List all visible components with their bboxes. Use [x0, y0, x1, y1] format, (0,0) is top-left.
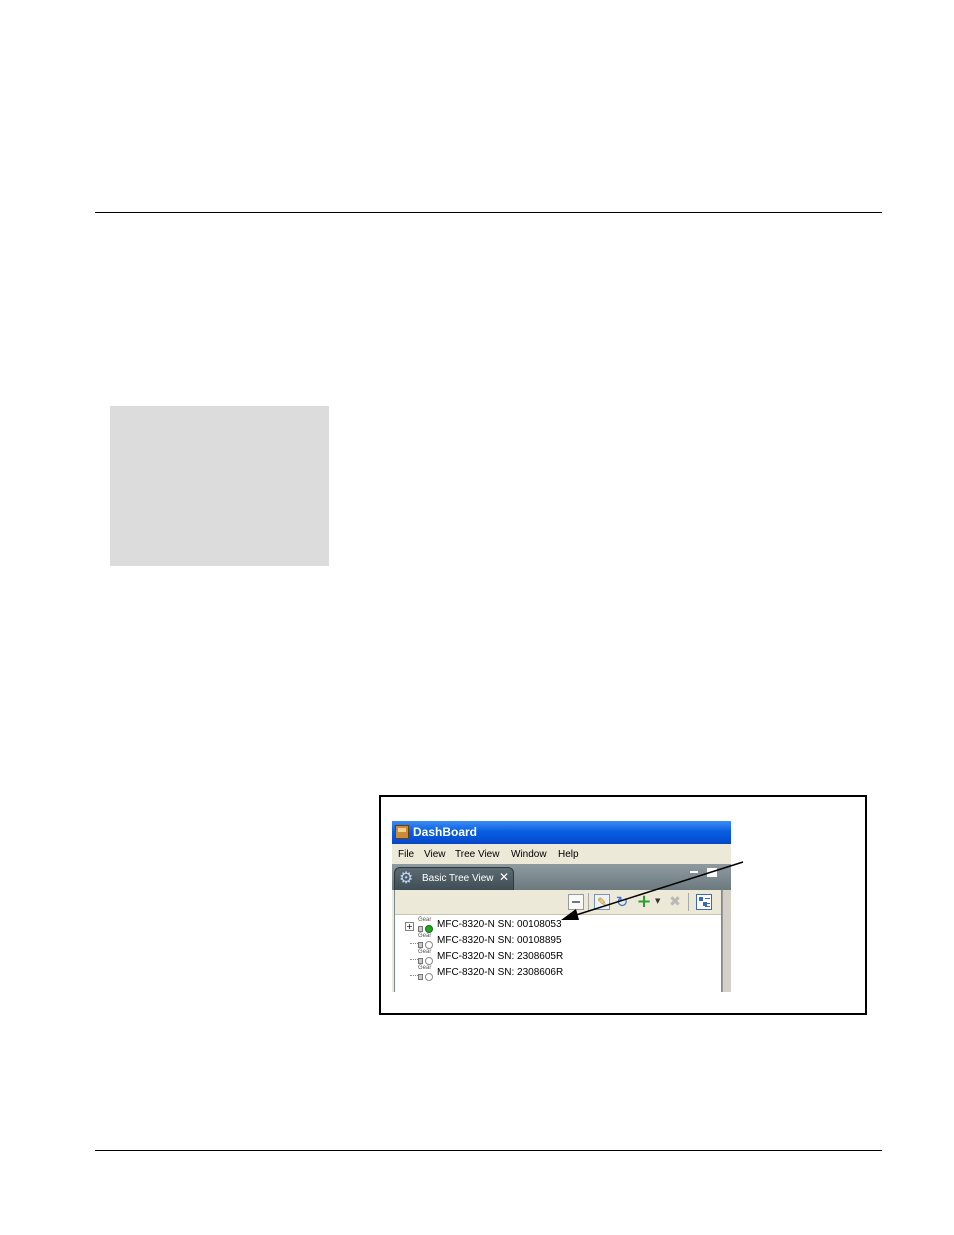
tree-row-device-3[interactable]: Gear MFC-8320-N SN: 2308605R [395, 949, 721, 966]
status-offline-icon [425, 957, 433, 965]
tree-connector [410, 943, 418, 944]
device-icon: Gear [418, 949, 433, 965]
menu-tree-view[interactable]: Tree View [455, 849, 499, 860]
device-label: MFC-8320-N SN: 00108895 [437, 935, 562, 946]
auto-connect-icon[interactable]: ✎ [594, 894, 610, 910]
toolbar-separator [688, 893, 689, 911]
close-icon[interactable]: ✕ [499, 871, 509, 883]
chevron-down-icon[interactable]: ▼ [655, 897, 660, 905]
dashboard-window: DashBoard File View Tree View Window Hel… [392, 821, 731, 992]
status-offline-icon [425, 973, 433, 981]
tree-connector [410, 959, 418, 960]
minimize-icon[interactable] [690, 871, 698, 873]
footer-rule [95, 1150, 882, 1151]
menu-file[interactable]: File [398, 849, 414, 860]
refresh-icon[interactable]: ↻ [614, 894, 630, 910]
menu-help[interactable]: Help [558, 849, 579, 860]
device-label: MFC-8320-N SN: 00108053 [437, 919, 562, 930]
toolbar-separator [588, 893, 589, 911]
tree-row-device-2[interactable]: Gear MFC-8320-N SN: 00108895 [395, 933, 721, 950]
dashboard-app-icon [395, 825, 409, 839]
maximize-icon[interactable] [707, 868, 717, 877]
collapse-all-icon[interactable] [568, 894, 584, 910]
status-offline-icon [425, 941, 433, 949]
gear-icon: ⚙ [399, 868, 414, 887]
window-titlebar[interactable]: DashBoard [392, 821, 731, 844]
screenshot-figure: DashBoard File View Tree View Window Hel… [379, 795, 867, 1015]
tab-label: Basic Tree View [422, 873, 494, 884]
tree-row-device-1[interactable]: + Gear MFC-8320-N SN: 00108053 [395, 917, 721, 934]
remove-icon[interactable]: ✖ [667, 894, 683, 910]
device-label: MFC-8320-N SN: 2308606R [437, 967, 564, 978]
tab-basic-tree-view[interactable]: ⚙ Basic Tree View ✕ [394, 867, 514, 890]
device-icon: Gear [418, 917, 433, 933]
device-icon: Gear [418, 933, 433, 949]
vertical-scrollbar[interactable] [722, 890, 731, 992]
tree-toolbar: ✎ ↻ + ▼ ✖ [395, 890, 721, 915]
expand-icon[interactable]: + [405, 922, 414, 931]
tree-view-panel: ✎ ↻ + ▼ ✖ + Gear MFC-8320-N SN: 00108053 [394, 890, 722, 992]
header-rule [95, 212, 882, 213]
view-tab-bar: ⚙ Basic Tree View ✕ [392, 864, 731, 890]
window-title: DashBoard [413, 825, 478, 839]
add-icon[interactable]: + [636, 893, 652, 911]
tree-layout-icon[interactable] [696, 894, 712, 910]
menu-view[interactable]: View [424, 849, 446, 860]
tree-row-device-4[interactable]: Gear MFC-8320-N SN: 2308606R [395, 965, 721, 982]
menu-bar: File View Tree View Window Help [392, 844, 731, 864]
tree-connector [410, 975, 418, 976]
sidebar-gray-box [110, 406, 329, 566]
device-icon: Gear [418, 965, 433, 981]
status-online-icon [425, 925, 433, 933]
menu-window[interactable]: Window [511, 849, 547, 860]
device-label: MFC-8320-N SN: 2308605R [437, 951, 564, 962]
